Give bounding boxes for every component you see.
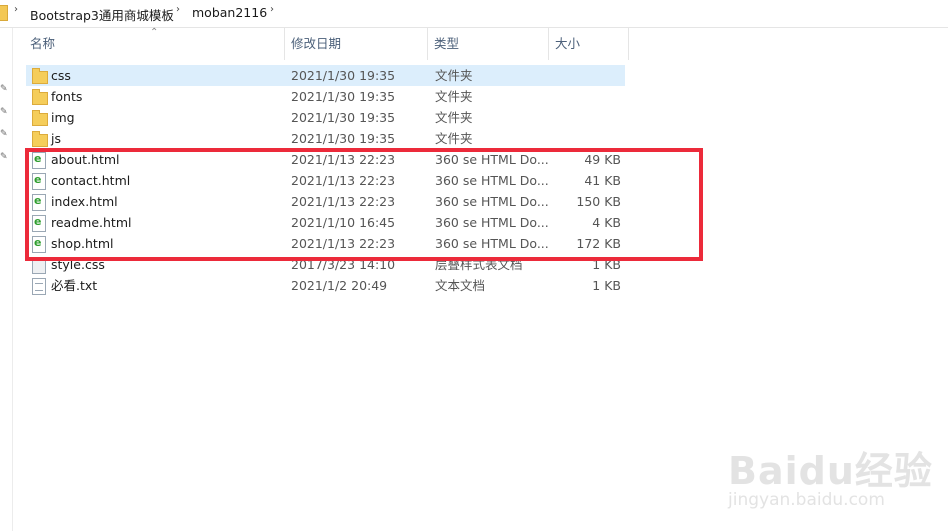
browser-e-glyph: e <box>34 236 42 249</box>
file-date: 2021/1/10 16:45 <box>291 215 396 230</box>
file-type: 文件夹 <box>435 68 473 83</box>
file-type: 文本文档 <box>435 278 486 293</box>
html-file-icon: e <box>32 215 46 232</box>
pin-icon[interactable]: ✎ <box>0 84 8 94</box>
file-row[interactable]: e contact.html 2021/1/13 22:23 360 se HTML … <box>26 170 625 191</box>
file-name: fonts <box>51 89 83 104</box>
baidu-jingyan-watermark: Baidu经验 jingyan.baidu.com <box>728 440 938 520</box>
html-file-icon: e <box>32 173 46 190</box>
navigation-pane[interactable]: ✎ ✎ ✎ ✎ <box>0 28 13 531</box>
file-size: 172 KB <box>576 236 621 251</box>
file-name: js <box>51 131 61 146</box>
file-date: 2021/1/13 22:23 <box>291 194 396 209</box>
file-type: 360 se HTML Do... <box>435 173 549 188</box>
file-size: 49 KB <box>584 152 621 167</box>
text-file-icon <box>32 278 46 295</box>
file-date: 2021/1/13 22:23 <box>291 236 396 251</box>
file-name: style.css <box>51 257 105 272</box>
file-date: 2021/1/30 19:35 <box>291 110 396 125</box>
file-row[interactable]: style.css 2017/3/23 14:10 层叠样式表文档 1 KB <box>26 254 625 275</box>
column-header-name[interactable]: 名称 <box>24 28 285 60</box>
browser-e-glyph: e <box>34 173 42 186</box>
file-name: readme.html <box>51 215 132 230</box>
file-row[interactable]: css 2021/1/30 19:35 文件夹 <box>26 65 625 86</box>
file-type: 360 se HTML Do... <box>435 215 549 230</box>
file-size: 150 KB <box>576 194 621 209</box>
file-row[interactable]: 必看.txt 2021/1/2 20:49 文本文档 1 KB <box>26 275 625 296</box>
css-file-icon <box>32 257 46 274</box>
file-type: 360 se HTML Do... <box>435 152 549 167</box>
file-name: 必看.txt <box>51 278 98 293</box>
file-row[interactable]: e index.html 2021/1/13 22:23 360 se HTML Do… <box>26 191 625 212</box>
breadcrumb-item-bootstrap3[interactable]: Bootstrap3通用商城模板 <box>30 5 174 24</box>
folder-icon <box>32 68 48 84</box>
chevron-right-icon[interactable]: › <box>176 4 180 15</box>
file-size: 1 KB <box>592 278 621 293</box>
file-type: 文件夹 <box>435 89 473 104</box>
pin-icon[interactable]: ✎ <box>0 129 8 139</box>
folder-icon <box>32 131 48 147</box>
file-date: 2021/1/13 22:23 <box>291 173 396 188</box>
watermark-url: jingyan.baidu.com <box>728 490 885 510</box>
file-date: 2021/1/30 19:35 <box>291 131 396 146</box>
file-name: shop.html <box>51 236 114 251</box>
html-file-icon: e <box>32 194 46 211</box>
file-row[interactable]: img 2021/1/30 19:35 文件夹 <box>26 107 625 128</box>
pin-icon[interactable]: ✎ <box>0 107 8 117</box>
file-date: 2021/1/13 22:23 <box>291 152 396 167</box>
chevron-right-icon[interactable]: › <box>14 4 18 15</box>
file-row[interactable]: e shop.html 2021/1/13 22:23 360 se HTML Do.… <box>26 233 625 254</box>
chevron-right-icon[interactable]: › <box>270 4 274 15</box>
file-type: 文件夹 <box>435 110 473 125</box>
column-header-size[interactable]: 大小 <box>549 28 629 60</box>
browser-e-glyph: e <box>34 215 42 228</box>
file-row[interactable]: fonts 2021/1/30 19:35 文件夹 <box>26 86 625 107</box>
file-type: 层叠样式表文档 <box>435 257 523 272</box>
file-row[interactable]: js 2021/1/30 19:35 文件夹 <box>26 128 625 149</box>
file-type: 360 se HTML Do... <box>435 236 549 251</box>
column-header-type[interactable]: 类型 <box>428 28 549 60</box>
folder-icon <box>32 110 48 126</box>
folder-icon <box>0 5 8 21</box>
file-type: 文件夹 <box>435 131 473 146</box>
file-date: 2021/1/30 19:35 <box>291 89 396 104</box>
watermark-logo: Baidu经验 <box>728 449 933 493</box>
folder-icon <box>32 89 48 105</box>
browser-e-glyph: e <box>34 152 42 165</box>
file-date: 2021/1/2 20:49 <box>291 278 388 293</box>
file-size: 41 KB <box>584 173 621 188</box>
html-file-icon: e <box>32 152 46 169</box>
file-name: css <box>51 68 71 83</box>
file-row[interactable]: e about.html 2021/1/13 22:23 360 se HTML Do… <box>26 149 625 170</box>
address-bar[interactable]: › Bootstrap3通用商城模板 › moban2116 › <box>0 0 948 28</box>
file-date: 2017/3/23 14:10 <box>291 257 396 272</box>
column-header-date[interactable]: 修改日期 <box>285 28 428 60</box>
file-name: about.html <box>51 152 120 167</box>
pin-icon[interactable]: ✎ <box>0 152 8 162</box>
file-size: 4 KB <box>592 215 621 230</box>
file-date: 2021/1/30 19:35 <box>291 68 396 83</box>
file-name: index.html <box>51 194 118 209</box>
file-type: 360 se HTML Do... <box>435 194 549 209</box>
file-row[interactable]: e readme.html 2021/1/10 16:45 360 se HTML D… <box>26 212 625 233</box>
file-size: 1 KB <box>592 257 621 272</box>
file-name: img <box>51 110 75 125</box>
html-file-icon: e <box>32 236 46 253</box>
browser-e-glyph: e <box>34 194 42 207</box>
file-name: contact.html <box>51 173 131 188</box>
breadcrumb-item-moban2116[interactable]: moban2116 <box>192 5 267 20</box>
